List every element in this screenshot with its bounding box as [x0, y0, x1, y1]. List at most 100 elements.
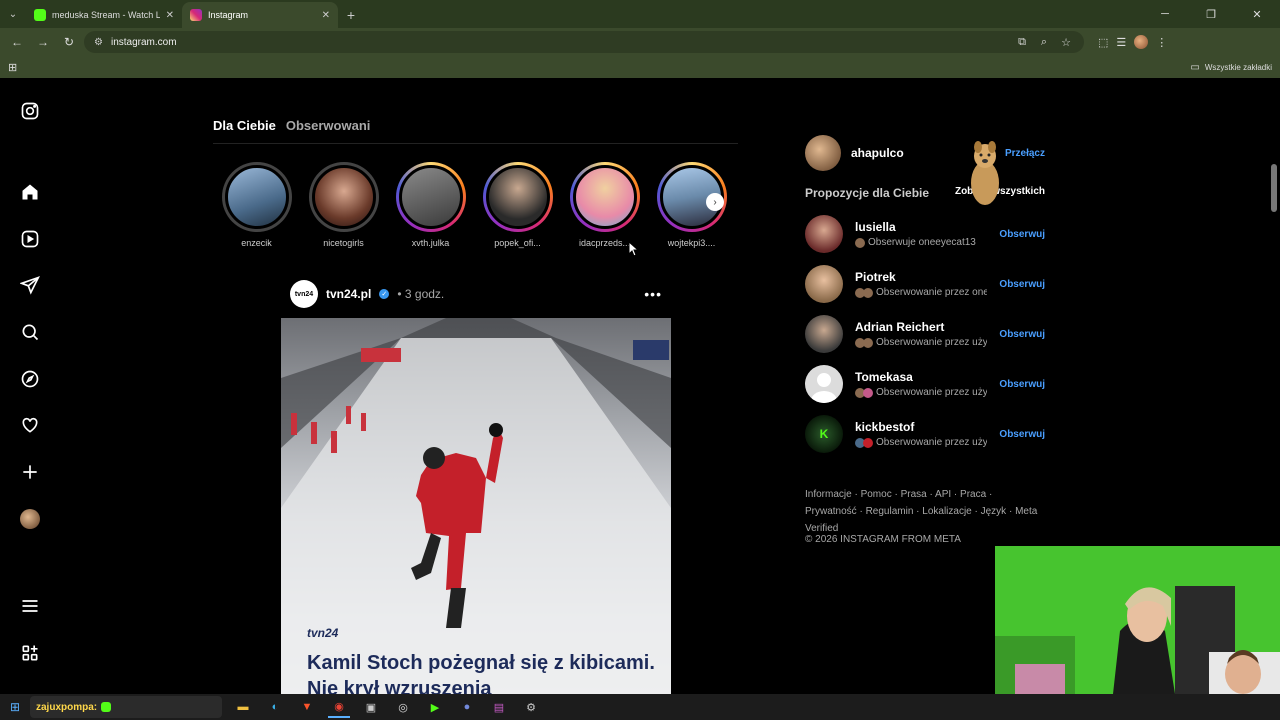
suggestion-row: Piotrek Obserwowanie przez onee Obserwuj [805, 264, 1045, 304]
tab-search-icon[interactable]: ⌄ [0, 0, 26, 28]
forward-icon[interactable]: → [32, 31, 54, 53]
messages-icon[interactable] [19, 274, 41, 296]
create-plus-icon[interactable] [19, 461, 41, 483]
bookmark-star-icon[interactable]: ☆ [1058, 36, 1074, 49]
kick-favicon-icon [34, 9, 46, 21]
file-explorer-icon[interactable]: ▬ [232, 696, 254, 718]
taskbar-apps: ▬ ◐ ▼ ◉ ▣ ◎ ▶ ● ▤ ⚙ [232, 696, 542, 718]
settings-icon[interactable]: ⚙ [520, 696, 542, 718]
instagram-logo-icon[interactable] [19, 100, 41, 122]
install-app-icon[interactable]: ⧉ [1014, 36, 1030, 49]
suggestion-name[interactable]: Adrian Reichert [855, 320, 987, 334]
post-image[interactable]: tvn24 Kamil Stoch pożegnał się z kibicam… [281, 318, 671, 694]
explore-icon[interactable] [19, 368, 41, 390]
suggestions-title: Propozycje dla Ciebie [805, 186, 930, 200]
current-account-avatar[interactable] [805, 135, 841, 171]
extensions-icon[interactable]: ⬚ [1098, 36, 1108, 49]
back-icon[interactable]: ← [6, 31, 28, 53]
page-scrollbar[interactable] [1271, 164, 1277, 212]
tab-kick[interactable]: meduska Stream - Watch Live o ✕ [26, 2, 182, 28]
mutual-avatar [863, 287, 873, 298]
suggestion-avatar[interactable] [805, 265, 843, 303]
suggestion-reason: Obserwowanie przez onee [855, 287, 987, 298]
menu-icon[interactable]: ⋮ [1156, 36, 1167, 49]
tab-following[interactable]: Obserwowani [286, 118, 371, 133]
windows-start-icon[interactable]: ⊞ [0, 694, 30, 720]
more-options-icon[interactable]: ••• [644, 286, 662, 302]
story-item[interactable]: popek_ofi... [481, 162, 554, 248]
reload-icon[interactable]: ↻ [58, 31, 80, 53]
follow-button[interactable]: Obserwuj [999, 379, 1045, 390]
edge-icon[interactable]: ◐ [264, 696, 286, 718]
brave-icon[interactable]: ▼ [296, 696, 318, 718]
reading-list-icon[interactable]: ☰ [1116, 36, 1126, 49]
story-item[interactable]: idacprzeds... [568, 162, 641, 248]
media-icon[interactable]: ▤ [488, 696, 510, 718]
menu-hamburger-icon[interactable] [19, 595, 41, 617]
home-icon[interactable] [19, 181, 41, 203]
dog-sticker-image [971, 141, 999, 205]
suggestion-name[interactable]: Tomekasa [855, 370, 987, 384]
chrome-icon[interactable]: ◉ [328, 696, 350, 718]
new-tab-button[interactable]: + [338, 2, 364, 28]
follow-button[interactable]: Obserwuj [999, 329, 1045, 340]
suggestion-avatar[interactable] [805, 215, 843, 253]
suggestion-row: Adrian Reichert Obserwowanie przez użyt … [805, 314, 1045, 354]
story-ring [308, 162, 379, 232]
meta-apps-icon[interactable] [19, 642, 41, 664]
post-author-avatar[interactable]: tvn24 [290, 280, 318, 308]
obs-icon[interactable]: ◎ [392, 696, 414, 718]
windows-taskbar: ⊞ zajuxpompa: ▬ ◐ ▼ ◉ ▣ ◎ ▶ ● ▤ ⚙ [0, 694, 1280, 720]
suggestion-avatar[interactable]: K [805, 415, 843, 453]
apps-grid-icon[interactable]: ⊞ [8, 61, 17, 74]
browser-toolbar: ← → ↻ ⚙ instagram.com ⧉ ⌕ ☆ ⬚ ☰ ⋮ [0, 28, 1280, 56]
address-bar[interactable]: ⚙ instagram.com ⧉ ⌕ ☆ [84, 31, 1084, 53]
stories-next-button[interactable]: › [706, 193, 724, 211]
restore-icon[interactable]: ❐ [1188, 0, 1234, 28]
all-bookmarks[interactable]: ▭ Wszystkie zakładki [1190, 62, 1272, 73]
webcam-scene [995, 546, 1280, 694]
taskbar-search[interactable]: zajuxpompa: [30, 696, 222, 718]
suggestion-name[interactable]: Piotrek [855, 270, 987, 284]
suggestion-reason: Obserwowanie przez użyt [855, 387, 987, 398]
default-avatar-icon [811, 373, 837, 403]
site-info-icon[interactable]: ⚙ [94, 37, 103, 48]
ski-jump-scene [281, 318, 671, 694]
story-ring [221, 162, 292, 232]
close-tab-icon[interactable]: ✕ [166, 10, 174, 21]
close-window-icon[interactable]: ✕ [1234, 0, 1280, 28]
profile-avatar[interactable] [1134, 35, 1149, 49]
mutual-avatar [863, 387, 873, 398]
story-username: wojtekpi3.... [667, 238, 716, 248]
mutual-avatar [855, 237, 865, 248]
follow-button[interactable]: Obserwuj [999, 279, 1045, 290]
suggestion-name[interactable]: lusiella [855, 220, 987, 234]
tab-instagram[interactable]: Instagram ✕ [182, 2, 338, 28]
reels-icon[interactable] [19, 228, 41, 250]
suggestion-avatar[interactable] [805, 365, 843, 403]
search-icon[interactable] [19, 321, 41, 343]
story-item[interactable]: xvth.julka [394, 162, 467, 248]
follow-button[interactable]: Obserwuj [999, 229, 1045, 240]
footer-links[interactable]: Informacje · Pomoc · Prasa · API · Praca… [805, 486, 1045, 537]
story-item[interactable]: nicetogirls [307, 162, 380, 248]
zoom-icon[interactable]: ⌕ [1036, 36, 1052, 49]
close-tab-icon[interactable]: ✕ [322, 10, 330, 21]
story-item[interactable]: enzecik [220, 162, 293, 248]
play-icon[interactable]: ▶ [424, 696, 446, 718]
app-icon[interactable]: ▣ [360, 696, 382, 718]
profile-avatar[interactable] [19, 508, 41, 530]
heart-icon[interactable] [19, 414, 41, 436]
suggestion-reason: Obserwowanie przez użyt [855, 437, 987, 448]
tab-for-you[interactable]: Dla Ciebie [213, 118, 276, 133]
minimize-icon[interactable]: ─ [1142, 0, 1188, 28]
follow-button[interactable]: Obserwuj [999, 429, 1045, 440]
current-account-name[interactable]: ahapulco [851, 146, 904, 160]
stories-tray: enzecik nicetogirls xvth.julka popek_ofi… [220, 162, 728, 248]
post-author[interactable]: tvn24.pl [326, 287, 371, 301]
switch-account-link[interactable]: Przełącz [1005, 148, 1045, 159]
suggestion-name[interactable]: kickbestof [855, 420, 987, 434]
discord-icon[interactable]: ● [456, 696, 478, 718]
suggestion-reason: Obserwuje oneeyecat13 [855, 237, 987, 248]
suggestion-avatar[interactable] [805, 315, 843, 353]
